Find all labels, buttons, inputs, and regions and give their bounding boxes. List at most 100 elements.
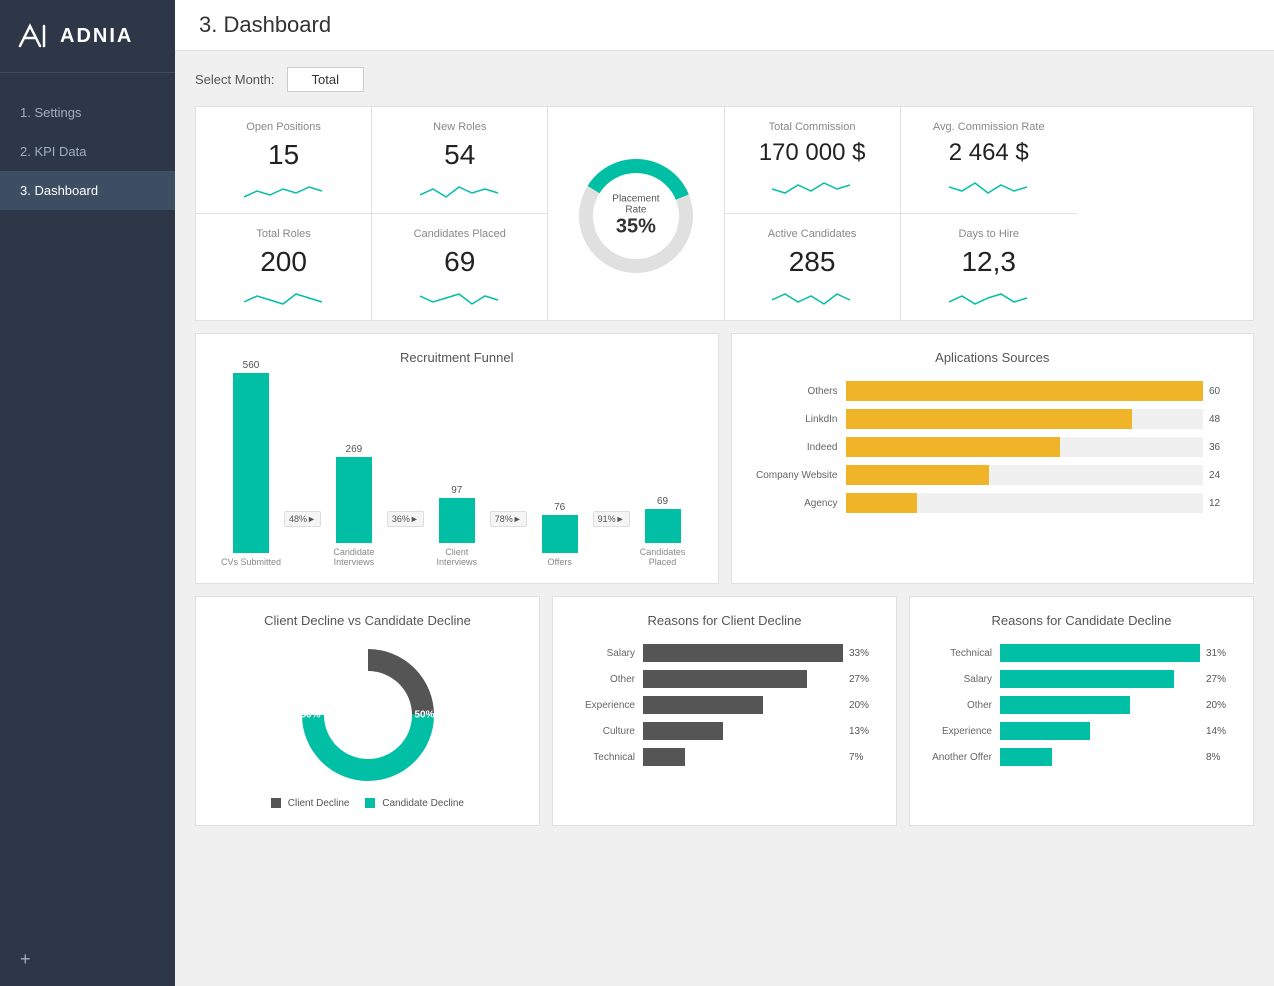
cdrbar-other-track: [1000, 696, 1200, 714]
drbar-other: Other 27%: [573, 670, 876, 688]
funnel-bar-3-value: 97: [451, 485, 462, 496]
cc-client-pct: 50%: [301, 710, 321, 721]
candidate-decline-title: Reasons for Candidate Decline: [926, 613, 1237, 628]
application-sources-bars: Others 60 LinkdIn 48 Indeed 36: [748, 377, 1238, 525]
charts-row: Recruitment Funnel 560 CVs Submitted 48%…: [195, 333, 1254, 584]
hbar-company-website-track: [846, 465, 1204, 485]
funnel-arrow-1: 48%►: [282, 511, 323, 567]
kpi-active-candidates-label: Active Candidates: [735, 228, 890, 240]
hbar-others: Others 60: [756, 381, 1230, 401]
drbar-salary-val: 33%: [849, 648, 869, 659]
hbar-agency: Agency 12: [756, 493, 1230, 513]
sidebar: ADNIA 1. Settings 2. KPI Data 3. Dashboa…: [0, 0, 175, 986]
cdrbar-salary-val: 27%: [1206, 674, 1226, 685]
funnel-bar-3-label: Client Interviews: [426, 547, 488, 567]
funnel-bars: 560 CVs Submitted 48%► 269 Candidate Int…: [212, 377, 702, 567]
month-label: Select Month:: [195, 72, 275, 87]
funnel-arrow-2: 36%►: [385, 511, 426, 567]
kpi-new-roles-value: 54: [382, 139, 537, 171]
drbar-other-val: 27%: [849, 674, 869, 685]
cdrbar-salary: Salary 27%: [930, 670, 1233, 688]
hbar-others-fill: [846, 381, 1204, 401]
drbar-culture-label: Culture: [573, 726, 643, 737]
drbar-experience-val: 20%: [849, 700, 869, 711]
sparkline-total-roles: [244, 286, 324, 310]
kpi-candidates-placed: Candidates Placed 69: [372, 214, 548, 320]
placement-rate-label: Placement Rate: [603, 193, 668, 215]
funnel-bar-2-value: 269: [346, 444, 363, 455]
funnel-bar-1-label: CVs Submitted: [221, 557, 281, 567]
application-sources-card: Aplications Sources Others 60 LinkdIn 48: [731, 333, 1255, 584]
kpi-active-candidates-value: 285: [735, 246, 890, 278]
client-decline-bars: Salary 33% Other 27% Experience 20%: [569, 640, 880, 778]
add-button[interactable]: +: [0, 933, 175, 986]
sparkline-avg-commission: [949, 175, 1029, 199]
drbar-other-track: [643, 670, 843, 688]
drbar-experience-label: Experience: [573, 700, 643, 711]
month-button[interactable]: Total: [287, 67, 364, 92]
drbar-culture-val: 13%: [849, 726, 869, 737]
sparkline-candidates-placed: [420, 286, 500, 310]
kpi-avg-commission-value: 2 464 $: [911, 139, 1067, 167]
kpi-days-to-hire-spark: [911, 286, 1067, 310]
kpi-total-commission-spark: [735, 175, 890, 199]
donut-chart: Placement Rate 35%: [571, 151, 701, 281]
hbar-linkedin-track: [846, 409, 1204, 429]
kpi-avg-commission-spark: [911, 175, 1067, 199]
main-header: 3. Dashboard: [175, 0, 1274, 51]
recruitment-funnel-title: Recruitment Funnel: [212, 350, 702, 365]
funnel-bar-5: 69 Candidates Placed: [632, 496, 694, 567]
kpi-placement-rate: Placement Rate 35%: [548, 107, 724, 320]
funnel-bar-1-value: 560: [243, 360, 260, 371]
kpi-total-roles-value: 200: [206, 246, 361, 278]
cc-donut: 50% 50%: [293, 640, 443, 790]
cdrbar-technical-val: 31%: [1206, 648, 1226, 659]
drbar-other-label: Other: [573, 674, 643, 685]
kpi-total-commission-value: 170 000 $: [735, 139, 890, 167]
kpi-days-to-hire-value: 12,3: [911, 246, 1067, 278]
application-sources-title: Aplications Sources: [748, 350, 1238, 365]
sidebar-item-settings[interactable]: 1. Settings: [0, 93, 175, 132]
funnel-bar-3-rect: [439, 498, 475, 543]
funnel-bar-2-rect: [336, 457, 372, 543]
cc-legend-client-label: Client Decline: [288, 798, 350, 809]
kpi-total-commission: Total Commission 170 000 $: [725, 107, 901, 214]
sidebar-item-dashboard[interactable]: 3. Dashboard: [0, 171, 175, 210]
cc-legend-candidate-dot: [365, 798, 375, 808]
cdrbar-another-offer-track: [1000, 748, 1200, 766]
funnel-arrow-4: 91%►: [591, 511, 632, 567]
cdrbar-technical: Technical 31%: [930, 644, 1233, 662]
main: 3. Dashboard Select Month: Total Open Po…: [175, 0, 1274, 986]
sparkline-total-commission: [772, 175, 852, 199]
funnel-bar-3: 97 Client Interviews: [426, 485, 488, 567]
kpi-candidates-placed-spark: [382, 286, 537, 310]
page-title: 3. Dashboard: [199, 12, 331, 38]
funnel-bar-4-value: 76: [554, 502, 565, 513]
drbar-culture-track: [643, 722, 843, 740]
kpi-new-roles: New Roles 54: [372, 107, 548, 214]
kpi-avg-commission-label: Avg. Commission Rate: [911, 121, 1067, 133]
cdrbar-experience-track: [1000, 722, 1200, 740]
drbar-technical-val: 7%: [849, 752, 863, 763]
main-content: Select Month: Total Open Positions 15 Ne…: [175, 51, 1274, 986]
cdrbar-technical-label: Technical: [930, 648, 1000, 659]
hbar-indeed-label: Indeed: [756, 442, 846, 453]
hbar-others-track: [846, 381, 1204, 401]
sparkline-new-roles: [420, 179, 500, 203]
drbar-culture: Culture 13%: [573, 722, 876, 740]
funnel-bar-1-rect: [233, 373, 269, 553]
hbar-indeed-fill: [846, 437, 1061, 457]
sidebar-item-kpi[interactable]: 2. KPI Data: [0, 132, 175, 171]
cc-legend-candidate: Candidate Decline: [365, 798, 464, 809]
drbar-salary: Salary 33%: [573, 644, 876, 662]
hbar-indeed-track: [846, 437, 1204, 457]
sparkline-active-candidates: [772, 286, 852, 310]
client-decline-card: Reasons for Client Decline Salary 33% Ot…: [552, 596, 897, 826]
drbar-technical-track: [643, 748, 843, 766]
cdrbar-other-val: 20%: [1206, 700, 1226, 711]
kpi-active-candidates-spark: [735, 286, 890, 310]
hbar-linkedin-val: 48: [1209, 414, 1229, 425]
hbar-agency-label: Agency: [756, 498, 846, 509]
month-selector: Select Month: Total: [195, 67, 1254, 92]
cc-candidate-pct: 50%: [414, 710, 434, 721]
